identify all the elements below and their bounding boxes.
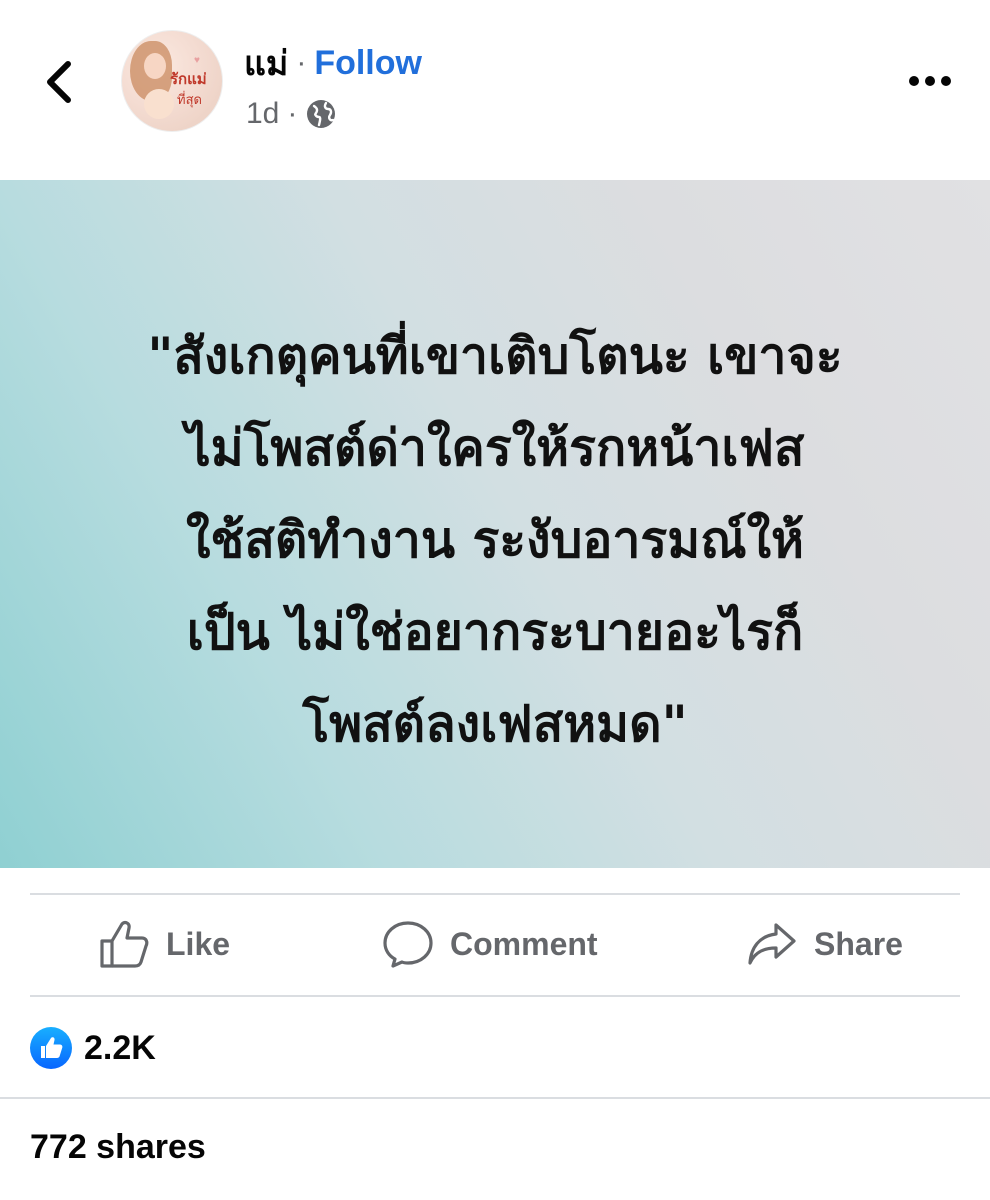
- reaction-summary[interactable]: 2.2K: [30, 1026, 156, 1070]
- post-time[interactable]: 1d: [246, 97, 279, 131]
- like-label: Like: [166, 925, 231, 962]
- quote-line: ใช้สติทำงาน ระงับอารมณ์ให้: [186, 511, 804, 569]
- quote-line: โพสต์ลงเฟสหมด": [302, 695, 688, 753]
- author-row: แม่ · Follow: [244, 42, 422, 85]
- thumbs-up-icon: [100, 921, 149, 968]
- like-button[interactable]: Like: [98, 914, 230, 974]
- post-meta: 1d ·: [246, 96, 337, 132]
- post-image[interactable]: "สังเกตุคนที่เขาเติบโตนะ เขาจะ ไม่โพสต์ด…: [0, 180, 990, 868]
- quote-line: ไม่โพสต์ด่าใครให้รกหน้าเฟส: [185, 419, 805, 477]
- divider: [30, 995, 960, 997]
- divider: [0, 1097, 990, 1099]
- avatar-logo-text: รักแม่: [170, 70, 207, 88]
- chevron-left-icon: [47, 61, 71, 103]
- share-label: Share: [814, 925, 903, 962]
- heart-icon: ♥: [194, 55, 200, 66]
- post-header: ♥ รักแม่ ที่สุด แม่ · Follow 1d ·: [0, 0, 990, 180]
- quote-line: "สังเกตุคนที่เขาเติบโตนะ เขาจะ: [147, 327, 843, 385]
- quote-line: เป็น ไม่ใช่อยากระบายอะไรก็: [186, 603, 804, 661]
- back-button[interactable]: [38, 58, 82, 106]
- avatar-logo-text-2: ที่สุด: [177, 93, 202, 108]
- comment-label: Comment: [450, 925, 598, 962]
- comment-button[interactable]: Comment: [382, 914, 598, 974]
- shares-count[interactable]: 772 shares: [30, 1128, 206, 1167]
- separator: ·: [296, 46, 307, 79]
- post-quote: "สังเกตุคนที่เขาเติบโตนะ เขาจะ ไม่โพสต์ด…: [40, 310, 950, 770]
- comment-icon: [383, 921, 433, 968]
- like-reaction-icon: [30, 1027, 72, 1069]
- reaction-count: 2.2K: [84, 1028, 156, 1067]
- globe-icon: [307, 100, 336, 128]
- more-options-button[interactable]: [904, 66, 956, 96]
- meta-separator: ·: [287, 97, 298, 130]
- follow-button[interactable]: Follow: [314, 44, 422, 83]
- more-horizontal-icon: [909, 76, 951, 86]
- page-name[interactable]: แม่: [244, 36, 288, 90]
- page-avatar[interactable]: ♥ รักแม่ ที่สุด: [121, 30, 223, 132]
- share-icon: [748, 923, 796, 965]
- share-button[interactable]: Share: [746, 914, 903, 974]
- divider: [30, 893, 960, 895]
